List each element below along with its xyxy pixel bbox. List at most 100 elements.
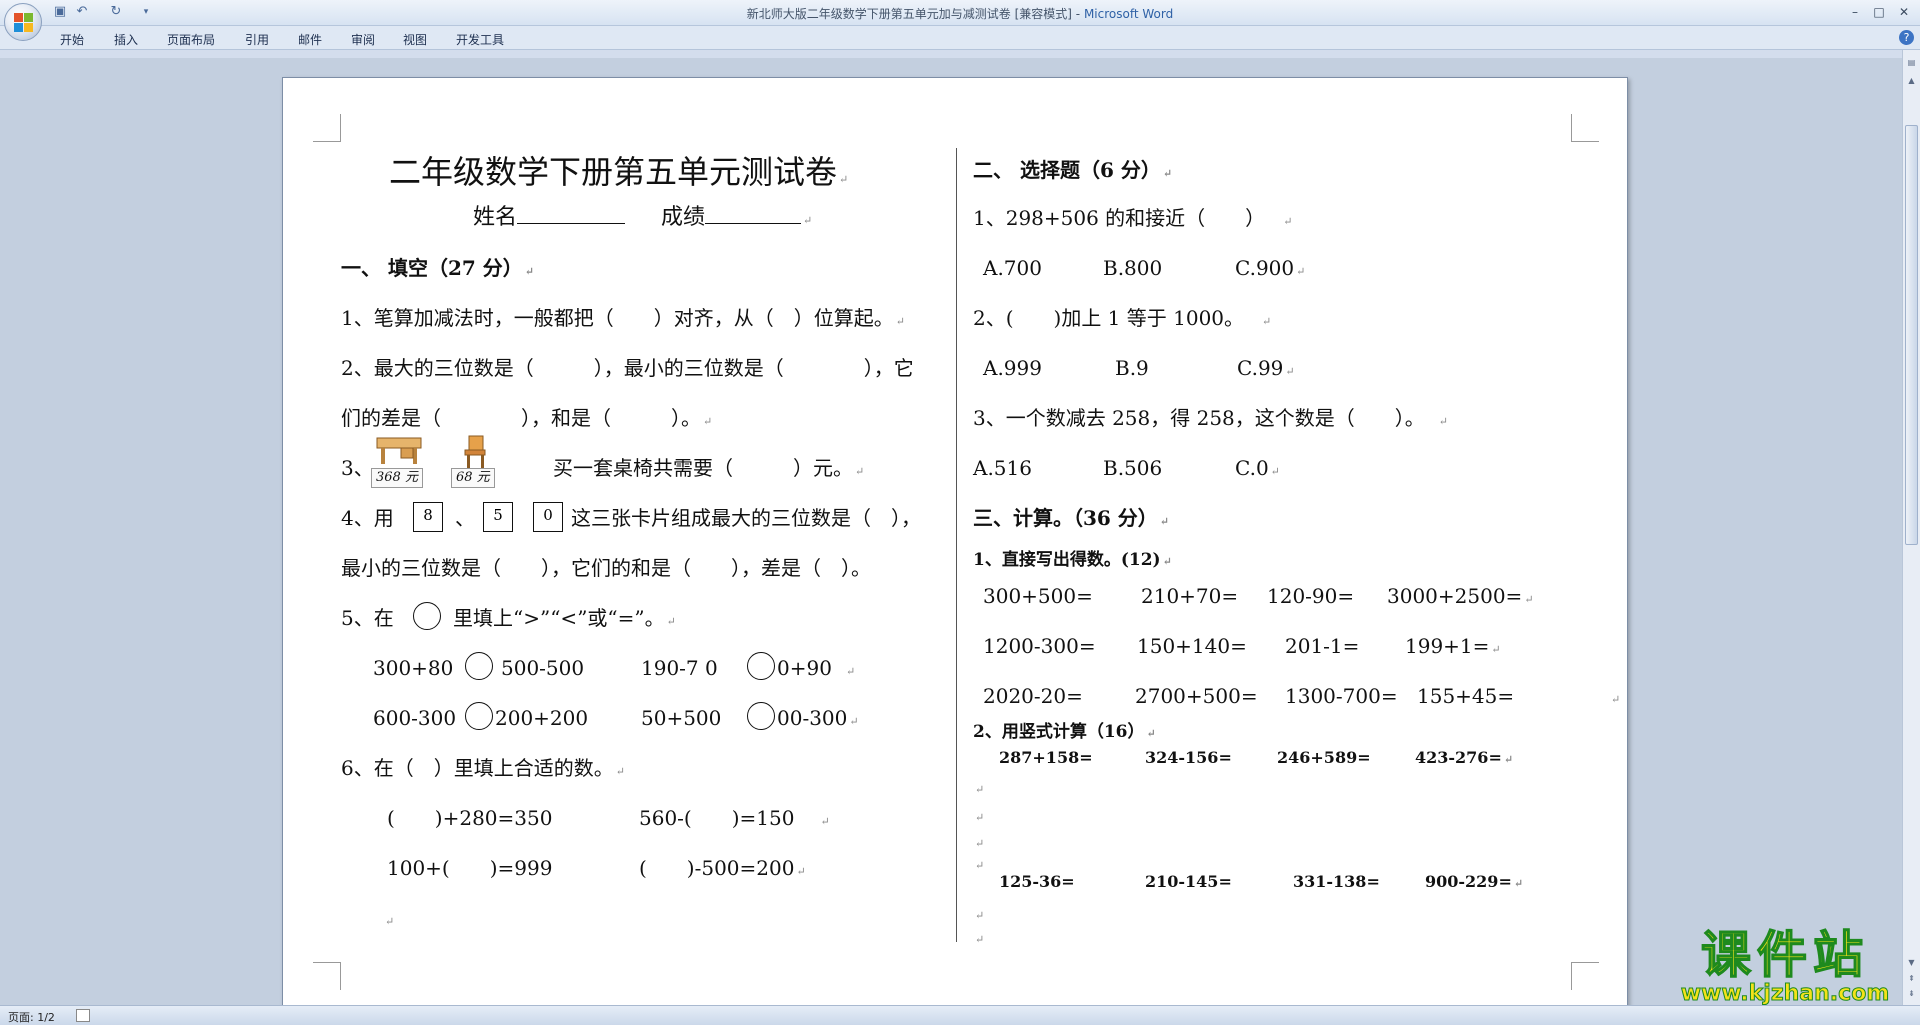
office-button[interactable] xyxy=(4,3,42,41)
vertical-calc-item: 246+589= xyxy=(1277,748,1371,767)
question-6: 6、在（ ）里填上合适的数。 ↵ xyxy=(341,756,625,780)
calc-item: 1300-700= xyxy=(1285,684,1398,708)
tab-developer[interactable]: 开发工具 xyxy=(456,31,504,48)
tab-mailings[interactable]: 邮件 xyxy=(298,31,322,48)
chair-picture xyxy=(464,435,486,468)
question-5-prefix: 5、在 xyxy=(341,606,394,630)
watermark-url: www.kjzhan.com xyxy=(1680,981,1890,1006)
vertical-calc-item: 125-36= xyxy=(999,872,1075,891)
question-4-text: 这三张卡片组成最大的三位数是（ ）， xyxy=(571,506,921,530)
compare-circle[interactable] xyxy=(413,602,441,630)
question-4-separator: 、 xyxy=(455,506,475,530)
compare-circle[interactable] xyxy=(465,702,493,730)
compare-circle[interactable] xyxy=(747,652,775,680)
scrollbar-thumb[interactable] xyxy=(1905,125,1918,545)
compare-item: 500-500 xyxy=(501,656,585,680)
choice-question-2: 2、( )加上 1 等于 1000。 ↵ xyxy=(973,306,1272,330)
question-3-text: 买一套桌椅共需要（ ）元。 ↵ xyxy=(553,456,865,480)
fill-item: ( )+280=350 xyxy=(387,806,553,830)
close-icon[interactable]: ✕ xyxy=(1893,2,1915,22)
calc-item: 300+500= xyxy=(983,584,1093,608)
status-bar: 页面: 1/2 xyxy=(0,1005,1920,1025)
compare-item: 0+90 ↵ xyxy=(777,656,856,680)
name-blank[interactable] xyxy=(517,206,626,224)
fill-item: 100+( )=999 xyxy=(387,856,553,880)
paragraph-mark: ↵ xyxy=(975,811,985,824)
tab-page-layout[interactable]: 页面布局 xyxy=(167,31,215,48)
vertical-calc-item: 331-138= xyxy=(1293,872,1380,891)
calc-part-1-heading: 1、直接写出得数。(12) ↵ xyxy=(973,550,1172,570)
choice-option: C.900 ↵ xyxy=(1235,256,1306,280)
calc-item: 1200-300= xyxy=(983,634,1096,658)
desk-price-tag: 368 元 xyxy=(371,468,423,488)
tab-references[interactable]: 引用 xyxy=(245,31,269,48)
scroll-up-icon[interactable]: ▲ xyxy=(1905,74,1918,88)
question-2-line-2: 们的差是（ ），和是（ ）。 ↵ xyxy=(341,406,713,430)
question-5-text: 里填上“>”“<”或“=”。 ↵ xyxy=(453,606,676,630)
app-name: Microsoft Word xyxy=(1083,7,1174,21)
crop-mark xyxy=(313,962,341,990)
number-card-5: 5 xyxy=(483,502,513,532)
page-count[interactable]: 页面: 1/2 xyxy=(8,1009,55,1025)
calc-item: 201-1= xyxy=(1285,634,1360,658)
tab-review[interactable]: 审阅 xyxy=(351,31,375,48)
document-title-text: 二年级数学下册第五单元测试卷 xyxy=(389,153,838,191)
paragraph-mark: ↵ xyxy=(385,915,395,928)
section-1-heading: 一、 填空（27 分） ↵ xyxy=(341,256,534,280)
question-3-prefix: 3、 xyxy=(341,456,374,480)
help-icon[interactable]: ? xyxy=(1899,30,1914,45)
crop-mark xyxy=(1571,114,1599,142)
choice-option: A.999 xyxy=(983,356,1042,380)
minimize-icon[interactable]: – xyxy=(1844,2,1866,22)
section-3-heading: 三、计算。（36 分） ↵ xyxy=(973,506,1170,530)
question-1: 1、笔算加减法时，一般都把（ ）对齐，从（ ）位算起。 ↵ xyxy=(341,306,905,330)
question-2-line-1: 2、最大的三位数是（ ），最小的三位数是（ ），它 xyxy=(341,356,914,380)
score-blank[interactable] xyxy=(705,206,802,224)
fill-item: ( )-500=200 ↵ xyxy=(639,856,806,880)
name-score-line: 姓名 成绩 ↵ xyxy=(473,205,813,230)
title-bar: ▣ ↶ ↻ ▾ 新北师大版二年级数学下册第五单元加与减测试卷 [兼容模式] - … xyxy=(0,0,1920,26)
compare-circle[interactable] xyxy=(747,702,775,730)
tab-home[interactable]: 开始 xyxy=(60,31,84,48)
maximize-icon[interactable]: □ xyxy=(1868,2,1890,22)
compare-circle[interactable] xyxy=(465,652,493,680)
tab-insert[interactable]: 插入 xyxy=(114,31,138,48)
vertical-calc-item: 423-276= ↵ xyxy=(1415,748,1514,767)
compare-item: 300+80 xyxy=(373,656,454,680)
vertical-scrollbar[interactable]: ▤ ▲ ▼ ⇞ ⇟ xyxy=(1902,50,1920,1005)
paragraph-mark: ↵ xyxy=(975,859,985,872)
compare-item: 600-300 xyxy=(373,706,457,730)
crop-mark xyxy=(313,114,341,142)
ruler-toggle-icon[interactable]: ▤ xyxy=(1905,56,1918,70)
name-label: 姓名 xyxy=(473,205,518,230)
number-card-0: 0 xyxy=(533,502,563,532)
watermark-brand: 课件站 xyxy=(1700,926,1869,984)
office-logo-icon xyxy=(14,13,34,33)
tab-view[interactable]: 视图 xyxy=(403,31,427,48)
paragraph-mark: ↵ xyxy=(975,783,985,796)
calc-item: 150+140= xyxy=(1137,634,1247,658)
fill-item: 560-( )=150 ↵ xyxy=(639,806,830,830)
vertical-calc-item: 324-156= xyxy=(1145,748,1232,767)
calc-item: 155+45= xyxy=(1417,684,1515,708)
crop-mark xyxy=(1571,962,1599,990)
spelling-check-icon[interactable] xyxy=(76,1009,90,1022)
compare-item: 50+500 xyxy=(641,706,722,730)
calc-item: 2700+500= xyxy=(1135,684,1258,708)
vertical-calc-item: 900-229= ↵ xyxy=(1425,872,1524,891)
document-page[interactable]: 二年级数学下册第五单元测试卷 ↵ 姓名 成绩 ↵ 一、 填空（27 分） ↵ 1、笔算加… xyxy=(282,77,1628,1025)
question-4-prefix: 4、用 xyxy=(341,506,394,530)
vertical-calc-item: 210-145= xyxy=(1145,872,1232,891)
calc-part-2-heading: 2、用竖式计算（16） ↵ xyxy=(973,722,1156,742)
compare-item: 190-7 0 xyxy=(641,656,718,680)
choice-question-3: 3、一个数减去 258，得 258，这个数是（ ）。 ↵ xyxy=(973,406,1449,430)
paragraph-mark: ↵ xyxy=(975,933,985,946)
section-2-heading: 二、 选择题（6 分） ↵ xyxy=(973,158,1173,182)
calc-item: 199+1= ↵ xyxy=(1405,634,1501,658)
choice-question-1: 1、298+506 的和接近（ ） ↵ xyxy=(973,206,1293,230)
window-title: 新北师大版二年级数学下册第五单元加与减测试卷 [兼容模式] - Microsof… xyxy=(0,5,1920,22)
choice-option: C.0 ↵ xyxy=(1235,456,1280,480)
number-card-8: 8 xyxy=(413,502,443,532)
chair-price-tag: 68 元 xyxy=(451,468,495,488)
ruler xyxy=(0,50,1920,58)
